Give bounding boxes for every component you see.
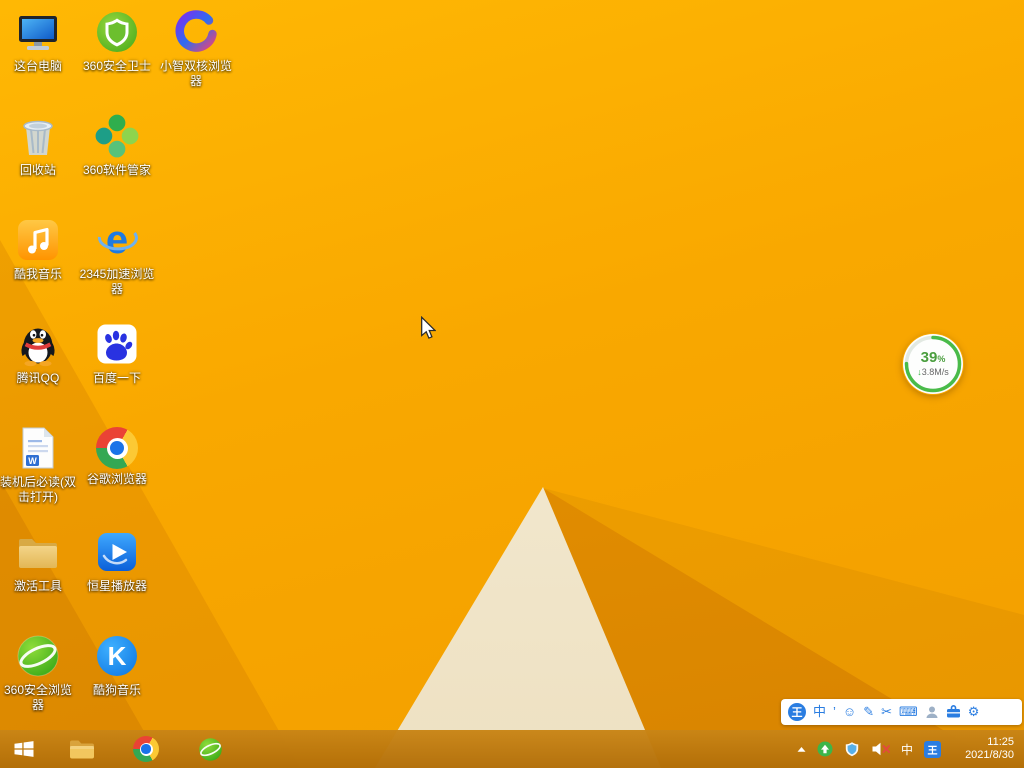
kugou-music-icon: K: [97, 636, 137, 676]
windows-logo-icon: [14, 741, 34, 757]
desktop-icon-this-pc[interactable]: 这台电脑: [0, 8, 76, 74]
desktop-icon-recycle-bin[interactable]: 回收站: [0, 112, 76, 178]
tray-volume-button[interactable]: [871, 741, 890, 757]
download-speed: ↓3.8M/s: [917, 367, 949, 377]
taskbar: 中 王 11:25 2021/8/30: [0, 730, 1024, 768]
desktop-icon-2345-browser[interactable]: e 2345加速浏览器: [79, 216, 155, 297]
desktop-icon-tencent-qq[interactable]: 腾讯QQ: [0, 320, 76, 386]
speed-ball-widget[interactable]: 39% ↓3.8M/s: [902, 333, 964, 395]
icon-label: 装机后必读(双击打开): [0, 475, 76, 504]
chrome-icon: [133, 736, 159, 762]
toolbox-icon: [946, 705, 960, 718]
ime-handwriting-button[interactable]: ✎: [863, 703, 874, 721]
icon-label: 酷我音乐: [13, 267, 62, 281]
chrome-icon: [96, 427, 138, 469]
icon-label: 酷狗音乐: [92, 683, 141, 697]
recycle-bin-icon: [23, 120, 53, 155]
this-pc-icon: [19, 16, 57, 50]
desktop-icon-360-guard[interactable]: 360安全卫士: [79, 8, 155, 74]
icon-label: 腾讯QQ: [16, 371, 60, 385]
svg-text:W: W: [28, 456, 37, 466]
desktop: 这台电脑 回收站 酷我音乐 腾讯QQ W 装机后必读(双击打开) 激活工具 36…: [0, 0, 1024, 768]
desktop-icon-chrome[interactable]: 谷歌浏览器: [79, 424, 155, 487]
person-icon: [926, 706, 938, 718]
folder-icon: [19, 539, 57, 568]
tray-security-icon[interactable]: [844, 741, 860, 757]
taskbar-360-browser-button[interactable]: [190, 730, 230, 768]
desktop-icon-star-player[interactable]: 恒星播放器: [79, 528, 155, 594]
baidu-paw-icon: [97, 324, 137, 364]
ime-toolbox-button[interactable]: [946, 705, 961, 719]
icon-label: 小智双核浏览器: [159, 59, 232, 88]
icon-label: 360安全浏览器: [3, 683, 73, 712]
desktop-icon-360-browser[interactable]: 360安全浏览器: [0, 632, 76, 713]
icon-label: 回收站: [19, 163, 56, 177]
svg-text:e: e: [106, 218, 128, 262]
mouse-cursor: [421, 316, 436, 339]
ime-account-button[interactable]: [925, 705, 939, 719]
desktop-icon-activation-tools[interactable]: 激活工具: [0, 528, 76, 594]
system-tray: 中 王 11:25 2021/8/30: [797, 736, 1024, 762]
desktop-icon-baidu[interactable]: 百度一下: [79, 320, 155, 386]
desktop-icon-readme[interactable]: W 装机后必读(双击打开): [0, 424, 76, 505]
360-guard-icon: [97, 12, 137, 52]
icon-label: 谷歌浏览器: [86, 472, 147, 486]
desktop-icon-xiaozhi-browser[interactable]: 小智双核浏览器: [158, 8, 234, 89]
tray-input-language-indicator[interactable]: 中: [901, 741, 913, 758]
2345-browser-icon: e: [97, 218, 138, 262]
icon-label: 百度一下: [92, 371, 141, 385]
chevron-up-icon: [797, 746, 806, 752]
360-browser-icon: [198, 737, 222, 761]
tray-360-speed-icon[interactable]: [817, 741, 833, 757]
kuwo-music-icon: [18, 220, 58, 260]
svg-text:K: K: [108, 641, 127, 671]
speed-widget-content: 39% ↓3.8M/s: [902, 333, 964, 395]
360-software-manager-icon: [95, 114, 139, 158]
ime-settings-button[interactable]: ⚙: [968, 703, 980, 721]
green-up-arrow-icon: [817, 741, 833, 757]
start-button[interactable]: [0, 730, 48, 768]
ime-logo-icon[interactable]: 王: [788, 703, 806, 721]
star-player-icon: [98, 533, 136, 571]
icon-label: 恒星播放器: [86, 579, 147, 593]
clock-time: 11:25: [987, 736, 1014, 748]
xiaozhi-browser-icon: [175, 10, 217, 52]
tray-clock[interactable]: 11:25 2021/8/30: [952, 736, 1014, 762]
file-explorer-icon: [70, 740, 94, 759]
volume-muted-icon: [872, 742, 890, 756]
icon-label: 360安全卫士: [82, 59, 152, 73]
tray-show-hidden-icons-button[interactable]: [797, 746, 806, 753]
ime-keyboard-button[interactable]: ⌨: [899, 703, 918, 721]
desktop-icon-kuwo-music[interactable]: 酷我音乐: [0, 216, 76, 282]
ime-toolbar: 王 中 ’ ☺ ✎ ✂ ⌨ ⚙: [781, 699, 1022, 725]
icon-label: 2345加速浏览器: [79, 267, 155, 296]
taskbar-chrome-button[interactable]: [126, 730, 166, 768]
icon-label: 360软件管家: [82, 163, 152, 177]
ime-punctuation-button[interactable]: ’: [833, 703, 836, 721]
taskbar-pinned-apps: [62, 730, 230, 768]
360-browser-icon: [17, 635, 59, 677]
clock-date: 2021/8/30: [965, 749, 1014, 761]
download-percent: 39%: [920, 349, 946, 366]
readme-document-icon: W: [22, 427, 54, 469]
ime-emoji-button[interactable]: ☺: [843, 703, 856, 721]
shield-icon: [845, 742, 859, 757]
taskbar-file-explorer-button[interactable]: [62, 730, 102, 768]
desktop-icon-360-software-manager[interactable]: 360软件管家: [79, 112, 155, 178]
icon-label: 激活工具: [13, 579, 62, 593]
ime-screenshot-button[interactable]: ✂: [881, 703, 892, 721]
ime-language-button[interactable]: 中: [813, 703, 826, 721]
icon-label: 这台电脑: [13, 59, 62, 73]
tray-ime-logo-icon[interactable]: 王: [924, 740, 941, 758]
qq-penguin-icon: [21, 328, 55, 367]
desktop-icon-kugou-music[interactable]: K 酷狗音乐: [79, 632, 155, 698]
